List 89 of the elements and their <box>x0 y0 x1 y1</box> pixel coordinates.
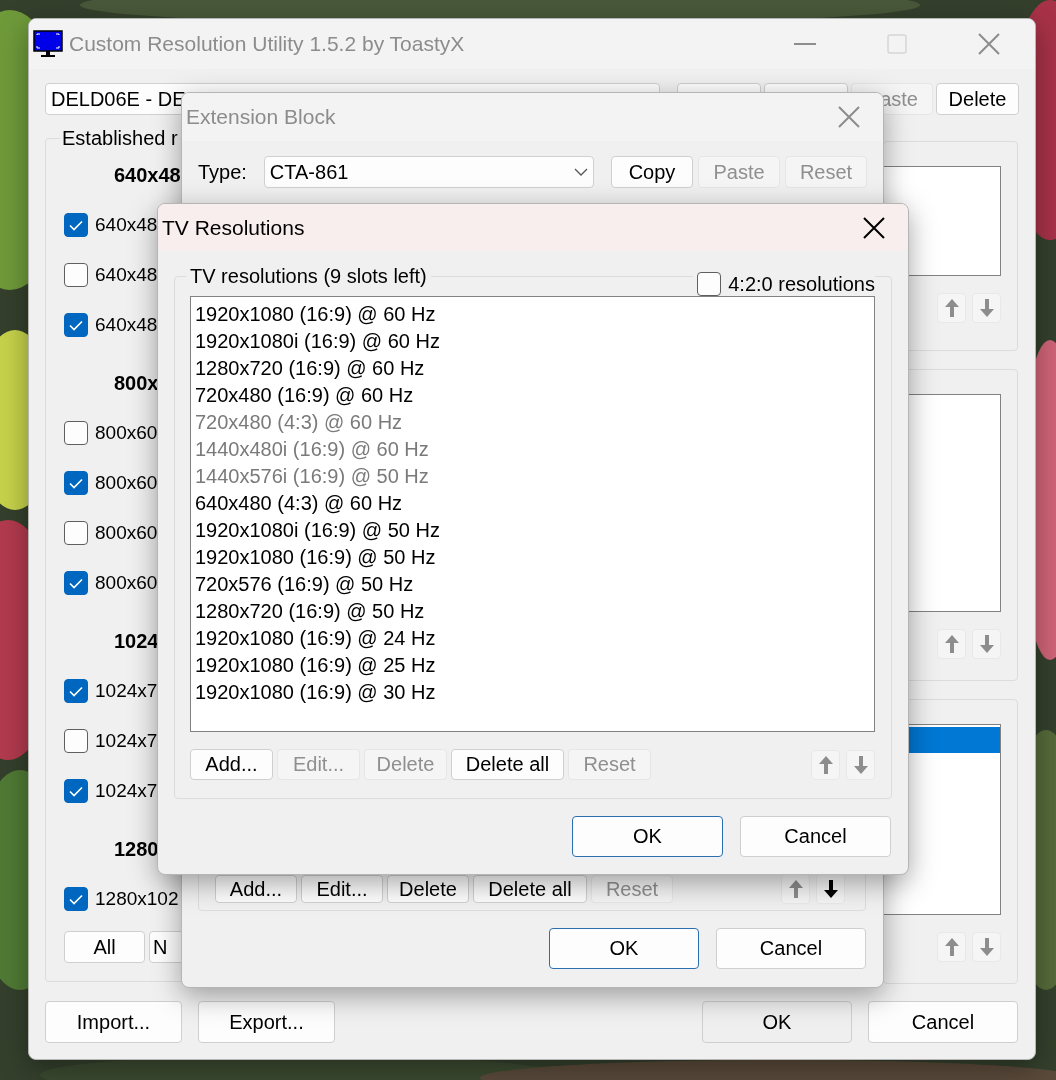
arrow-up-icon <box>944 938 959 956</box>
checkbox-label: 800x60 <box>95 472 158 494</box>
arrow-up-icon <box>788 880 803 898</box>
copy-button[interactable]: Copy <box>611 156 693 188</box>
list-item[interactable]: 1280x720 (16:9) @ 50 Hz <box>195 598 870 625</box>
list-action-button[interactable]: Delete all <box>473 875 587 903</box>
checkbox[interactable] <box>64 779 88 803</box>
list-action-button[interactable]: Add... <box>215 875 297 903</box>
maximize-icon <box>887 34 907 54</box>
checkbox[interactable] <box>64 729 88 753</box>
import-button[interactable]: Import... <box>45 1001 182 1043</box>
group-label: TV resolutions (9 slots left) <box>189 265 428 288</box>
checkbox-label: 1280x102 <box>95 888 179 910</box>
arrow-up-icon <box>944 299 959 317</box>
all-button[interactable]: All <box>64 931 145 963</box>
chevron-down-icon <box>574 168 588 176</box>
list-item[interactable]: 1280x720 (16:9) @ 60 Hz <box>195 355 870 382</box>
ok-button[interactable]: OK <box>702 1001 852 1043</box>
list-item[interactable]: 720x480 (16:9) @ 60 Hz <box>195 382 870 409</box>
cancel-button[interactable]: Cancel <box>868 1001 1018 1043</box>
checkmark-icon <box>69 477 83 489</box>
arrow-down-icon <box>853 755 868 774</box>
list-item[interactable]: 640x480 (4:3) @ 60 Hz <box>195 490 870 517</box>
close-icon <box>863 216 885 239</box>
ok-button[interactable]: OK <box>549 928 699 969</box>
list-item[interactable]: 720x576 (16:9) @ 50 Hz <box>195 571 870 598</box>
list-item[interactable]: 1920x1080 (16:9) @ 50 Hz <box>195 544 870 571</box>
checkbox[interactable] <box>64 313 88 337</box>
resolution-header: 1024 <box>114 629 159 653</box>
arrow-up-icon <box>818 755 833 774</box>
list-action-button[interactable]: Add... <box>190 749 273 780</box>
list-action-button[interactable]: Edit... <box>301 875 383 903</box>
checkbox-label: 800x60 <box>95 422 158 444</box>
list-action-button[interactable]: Delete <box>387 875 469 903</box>
move-down-button[interactable] <box>816 874 845 904</box>
checkbox[interactable] <box>697 272 722 296</box>
checkbox[interactable] <box>64 679 88 703</box>
window-title: Custom Resolution Utility 1.5.2 by ToastyX <box>69 32 465 56</box>
group-label: Established r <box>61 127 179 150</box>
window-title: TV Resolutions <box>162 215 305 240</box>
checkbox[interactable] <box>64 263 88 287</box>
checkbox-label: 800x60 <box>95 522 158 544</box>
checkbox[interactable] <box>64 887 88 911</box>
list-item[interactable]: 1920x1080 (16:9) @ 25 Hz <box>195 652 870 679</box>
checkbox-label: 4:2:0 resolutions <box>728 272 875 296</box>
arrow-down-icon <box>979 635 994 653</box>
checkbox-label: 1024x7 <box>95 730 158 752</box>
arrow-down-icon <box>979 299 994 317</box>
checkbox[interactable] <box>64 421 88 445</box>
checkbox[interactable] <box>64 521 88 545</box>
checkbox[interactable] <box>64 213 88 237</box>
cancel-button[interactable]: Cancel <box>740 816 891 857</box>
arrow-down-icon <box>979 938 994 956</box>
checkbox-label: 640x48 <box>95 264 158 286</box>
list-item[interactable]: 1920x1080 (16:9) @ 24 Hz <box>195 625 870 652</box>
checkmark-icon <box>69 785 83 797</box>
monitor-icon <box>33 29 63 59</box>
close-icon <box>978 33 1000 55</box>
checkbox[interactable] <box>64 471 88 495</box>
checkmark-icon <box>69 319 83 331</box>
list-action-button[interactable]: Delete all <box>451 749 564 780</box>
list-item[interactable]: 1920x1080i (16:9) @ 60 Hz <box>195 328 870 355</box>
window-title: Extension Block <box>186 105 336 129</box>
close-icon <box>838 106 860 128</box>
type-dropdown[interactable]: CTA-861 <box>263 156 594 188</box>
checkmark-icon <box>69 577 83 589</box>
arrow-down-icon <box>823 880 838 898</box>
resolution-header: 800x <box>114 371 159 395</box>
list-item[interactable]: 1920x1080 (16:9) @ 30 Hz <box>195 679 870 706</box>
export-button[interactable]: Export... <box>198 1001 335 1043</box>
checkbox-label: 640x48 <box>95 314 158 336</box>
arrow-up-icon <box>944 635 959 653</box>
checkbox-label: 1024x7 <box>95 680 158 702</box>
checkbox[interactable] <box>64 571 88 595</box>
checkbox-label: 640x48 <box>95 214 158 236</box>
resolution-header: 640x48 <box>114 163 181 187</box>
checkbox-label: 1024x7 <box>95 780 158 802</box>
ok-button[interactable]: OK <box>572 816 723 857</box>
list-item[interactable]: 1920x1080i (16:9) @ 50 Hz <box>195 517 870 544</box>
checkmark-icon <box>69 685 83 697</box>
checkmark-icon <box>69 219 83 231</box>
list-item[interactable]: 1920x1080 (16:9) @ 60 Hz <box>195 301 870 328</box>
cancel-button[interactable]: Cancel <box>716 928 866 969</box>
type-label: Type: <box>198 160 248 184</box>
delete-button[interactable]: Delete <box>936 83 1019 115</box>
minimize-icon <box>794 43 816 45</box>
checkbox-label: 800x60 <box>95 572 158 594</box>
resolution-header: 1280 <box>114 837 159 861</box>
checkmark-icon <box>69 893 83 905</box>
